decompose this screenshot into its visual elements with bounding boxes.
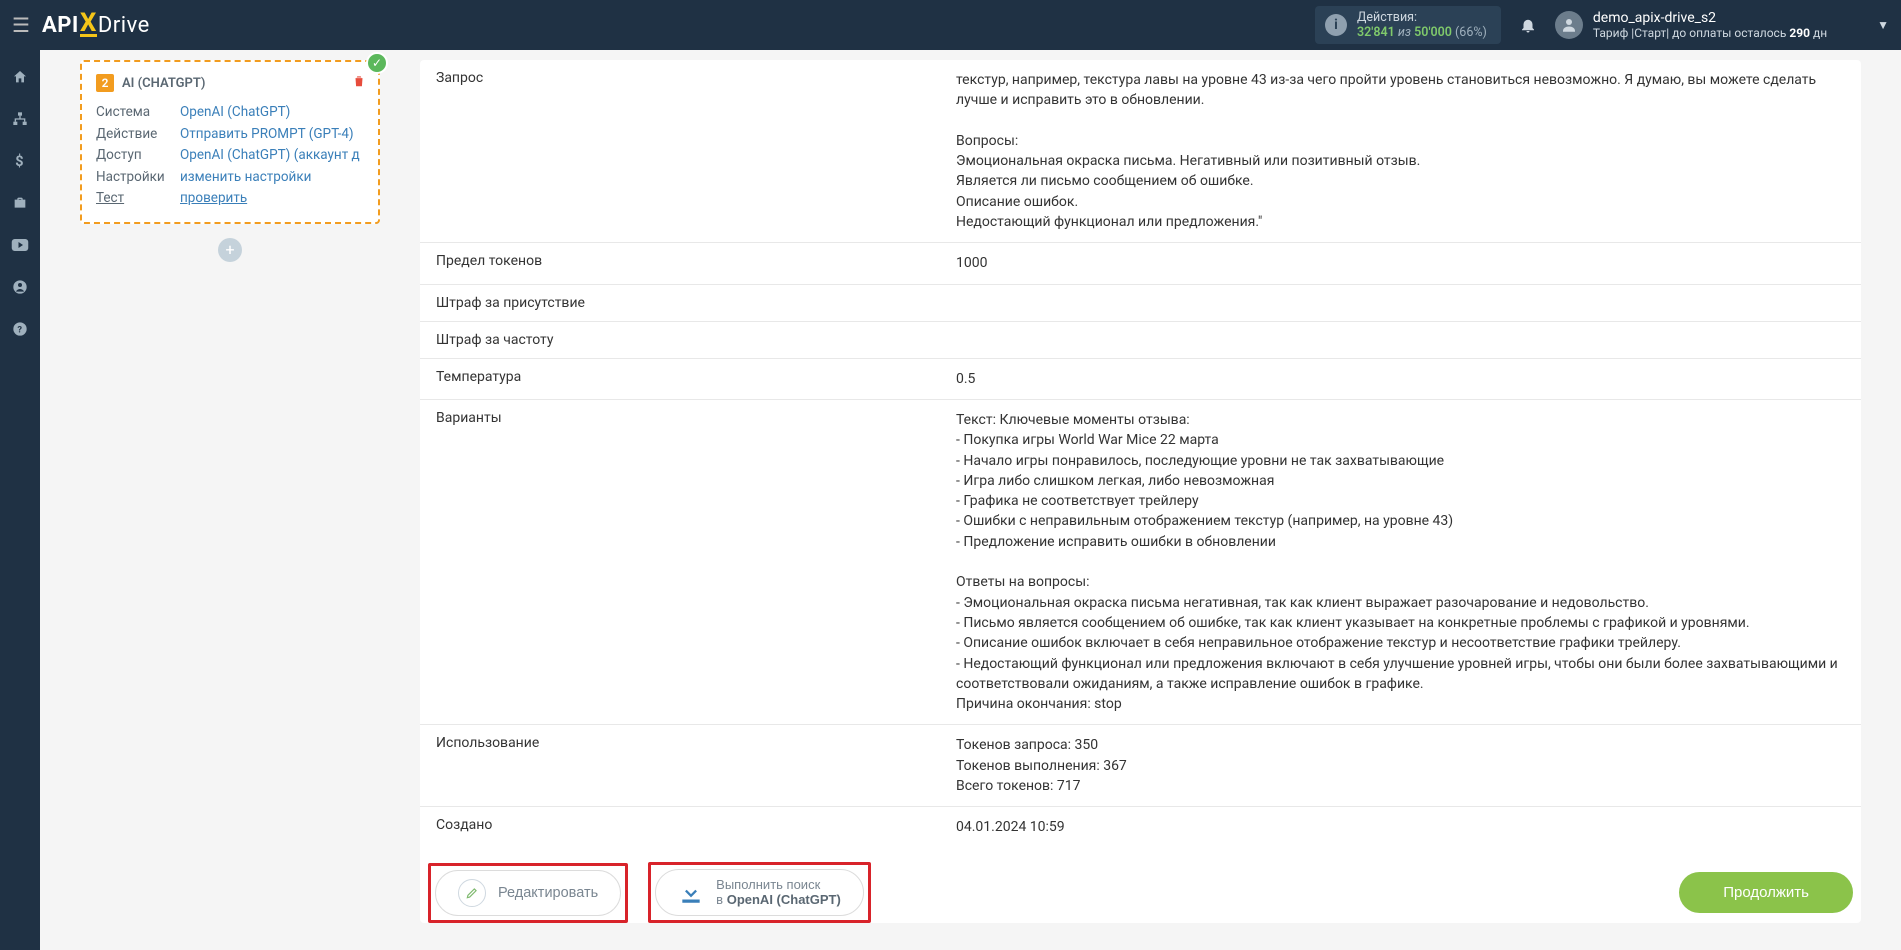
logo-part3: Drive bbox=[98, 13, 150, 38]
step-card[interactable]: ✓ 2 AI (CHATGPT) СистемаOpenAI (ChatGPT)… bbox=[80, 60, 380, 224]
user-name: demo_apix-drive_s2 bbox=[1593, 10, 1827, 26]
step-card-header: 2 AI (CHATGPT) bbox=[96, 74, 364, 92]
nav-briefcase-icon[interactable] bbox=[0, 184, 40, 222]
row-presence-key: Штраф за присутствие bbox=[436, 295, 956, 311]
row-frequency-value bbox=[956, 332, 1845, 348]
menu-toggle[interactable]: ☰ bbox=[12, 13, 30, 37]
logo-part2: X bbox=[80, 13, 97, 37]
pencil-icon bbox=[458, 879, 486, 907]
logo[interactable]: APIXDrive bbox=[42, 13, 150, 38]
user-meta: demo_apix-drive_s2 Тариф |Старт| до опла… bbox=[1593, 10, 1827, 40]
value-test[interactable]: проверить bbox=[180, 188, 364, 210]
value-system[interactable]: OpenAI (ChatGPT) bbox=[180, 102, 364, 124]
steps-column: ✓ 2 AI (CHATGPT) СистемаOpenAI (ChatGPT)… bbox=[80, 60, 380, 262]
download-icon bbox=[678, 880, 704, 906]
main-content: ✓ 2 AI (CHATGPT) СистемаOpenAI (ChatGPT)… bbox=[40, 50, 1901, 950]
actions-of: из bbox=[1398, 25, 1411, 40]
actions-label: Действия: bbox=[1357, 10, 1487, 25]
row-request-value: текстур, например, текстура лавы на уров… bbox=[956, 70, 1845, 232]
row-variants-value: Текст: Ключевые моменты отзыва: - Покупк… bbox=[956, 410, 1845, 714]
row-temperature-key: Температура bbox=[436, 369, 956, 389]
info-icon: i bbox=[1325, 14, 1347, 36]
side-rail: $ ? bbox=[0, 50, 40, 950]
user-plan: Тариф |Старт| до оплаты осталось 290 дн bbox=[1593, 26, 1827, 40]
step-number: 2 bbox=[96, 74, 114, 92]
row-request-key: Запрос bbox=[436, 70, 956, 232]
value-access[interactable]: OpenAI (ChatGPT) (аккаунт д bbox=[180, 145, 364, 167]
label-test: Тест bbox=[96, 188, 180, 210]
row-variants-key: Варианты bbox=[436, 410, 956, 714]
label-system: Система bbox=[96, 102, 180, 124]
actions-counter[interactable]: i Действия: 32'841 из 50'000 (66%) bbox=[1315, 6, 1501, 44]
row-tokenlimit-value: 1000 bbox=[956, 253, 1845, 273]
row-created-value: 04.01.2024 10:59 bbox=[956, 817, 1845, 837]
nav-sitemap-icon[interactable] bbox=[0, 100, 40, 138]
row-presence-value bbox=[956, 295, 1845, 311]
search-button[interactable]: Выполнить поиск в OpenAI (ChatGPT) bbox=[655, 869, 864, 917]
nav-billing-icon[interactable]: $ bbox=[0, 142, 40, 180]
chevron-down-icon: ▼ bbox=[1877, 18, 1889, 32]
avatar-icon bbox=[1555, 11, 1583, 39]
highlight-box-edit: Редактировать bbox=[428, 863, 628, 923]
row-created-key: Создано bbox=[436, 817, 956, 837]
value-action[interactable]: Отправить PROMPT (GPT-4) bbox=[180, 124, 364, 146]
actions-total: 50'000 bbox=[1414, 25, 1452, 40]
details-panel: Запростекстур, например, текстура лавы н… bbox=[420, 60, 1861, 923]
label-settings: Настройки bbox=[96, 167, 180, 189]
actions-pct: (66%) bbox=[1455, 25, 1487, 40]
value-settings[interactable]: изменить настройки bbox=[180, 167, 364, 189]
row-temperature-value: 0.5 bbox=[956, 369, 1845, 389]
svg-text:$: $ bbox=[15, 153, 23, 169]
svg-text:?: ? bbox=[17, 324, 22, 335]
search-button-label: Выполнить поиск в OpenAI (ChatGPT) bbox=[716, 878, 841, 908]
row-tokenlimit-key: Предел токенов bbox=[436, 253, 956, 273]
highlight-box-search: Выполнить поиск в OpenAI (ChatGPT) bbox=[648, 862, 871, 924]
nav-youtube-icon[interactable] bbox=[0, 226, 40, 264]
label-action: Действие bbox=[96, 124, 180, 146]
nav-home-icon[interactable] bbox=[0, 58, 40, 96]
check-icon: ✓ bbox=[366, 52, 388, 74]
actions-meta: Действия: 32'841 из 50'000 (66%) bbox=[1357, 10, 1487, 40]
row-usage-value: Токенов запроса: 350 Токенов выполнения:… bbox=[956, 735, 1845, 796]
edit-button-label: Редактировать bbox=[498, 885, 598, 901]
add-step-button[interactable]: + bbox=[218, 238, 242, 262]
edit-button[interactable]: Редактировать bbox=[435, 870, 621, 916]
row-frequency-key: Штраф за частоту bbox=[436, 332, 956, 348]
logo-part1: API bbox=[42, 13, 79, 38]
delete-step-button[interactable] bbox=[352, 74, 366, 88]
nav-account-icon[interactable] bbox=[0, 268, 40, 306]
footer-actions: Редактировать Выполнить поиск в OpenAI bbox=[428, 848, 1853, 924]
top-bar: ☰ APIXDrive i Действия: 32'841 из 50'000… bbox=[0, 0, 1901, 50]
step-title: AI (CHATGPT) bbox=[122, 76, 205, 91]
nav-help-icon[interactable]: ? bbox=[0, 310, 40, 348]
continue-button[interactable]: Продолжить bbox=[1679, 872, 1853, 913]
user-menu[interactable]: demo_apix-drive_s2 Тариф |Старт| до опла… bbox=[1555, 10, 1889, 40]
actions-used: 32'841 bbox=[1357, 25, 1395, 40]
notifications-icon[interactable] bbox=[1519, 16, 1537, 34]
row-usage-key: Использование bbox=[436, 735, 956, 796]
label-access: Доступ bbox=[96, 145, 180, 167]
